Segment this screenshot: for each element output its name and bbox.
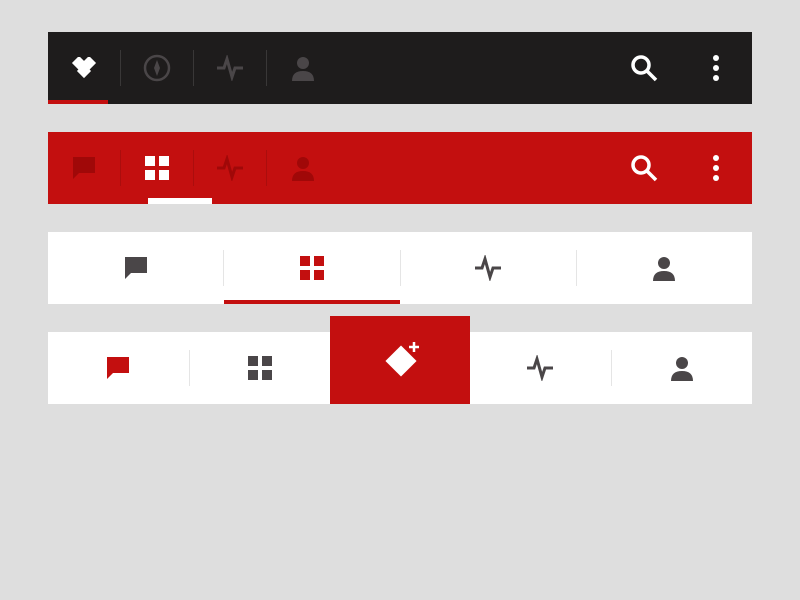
action-search[interactable] [608,32,680,104]
user-icon [290,55,316,81]
tab-grid[interactable] [224,232,399,304]
nav-tabs [48,32,608,104]
action-search[interactable] [608,132,680,204]
search-icon [630,154,658,182]
active-indicator [48,100,108,104]
tab-chat[interactable] [48,132,120,204]
overflow-icon [712,154,720,182]
user-icon [290,155,316,181]
tab-compass[interactable] [121,32,193,104]
search-icon [630,54,658,82]
tab-user[interactable] [267,132,339,204]
activity-icon [215,55,245,81]
overflow-icon [712,54,720,82]
activity-icon [473,255,503,281]
navbar-dark [48,32,752,104]
navbar-red [48,132,752,204]
navbar-white [48,232,752,304]
tab-user[interactable] [612,332,753,404]
tab-activity[interactable] [194,132,266,204]
nav-actions [608,32,752,104]
action-overflow[interactable] [680,132,752,204]
tab-activity[interactable] [194,32,266,104]
action-overflow[interactable] [680,32,752,104]
user-icon [669,355,695,381]
nav-tabs [48,132,608,204]
grid-icon [145,156,169,180]
tab-add-diamond[interactable] [330,316,470,404]
tab-grid[interactable] [190,332,331,404]
tab-activity[interactable] [470,332,611,404]
chat-icon [123,255,149,281]
activity-icon [215,155,245,181]
tab-chat[interactable] [48,232,223,304]
add-diamond-icon [378,338,422,382]
tab-logo[interactable] [48,32,120,104]
nav-actions [608,132,752,204]
tab-grid[interactable] [121,132,193,204]
navbar-white-fab [48,332,752,404]
chat-icon [105,355,131,381]
tab-activity[interactable] [401,232,576,304]
activity-icon [525,355,555,381]
chat-icon [71,155,97,181]
tab-user[interactable] [577,232,752,304]
tab-chat[interactable] [48,332,189,404]
active-indicator [224,300,400,304]
active-indicator [148,198,212,204]
user-icon [651,255,677,281]
tab-user[interactable] [267,32,339,104]
grid-icon [300,256,324,280]
diamonds-logo-icon [69,57,99,79]
compass-icon [143,54,171,82]
grid-icon [248,356,272,380]
